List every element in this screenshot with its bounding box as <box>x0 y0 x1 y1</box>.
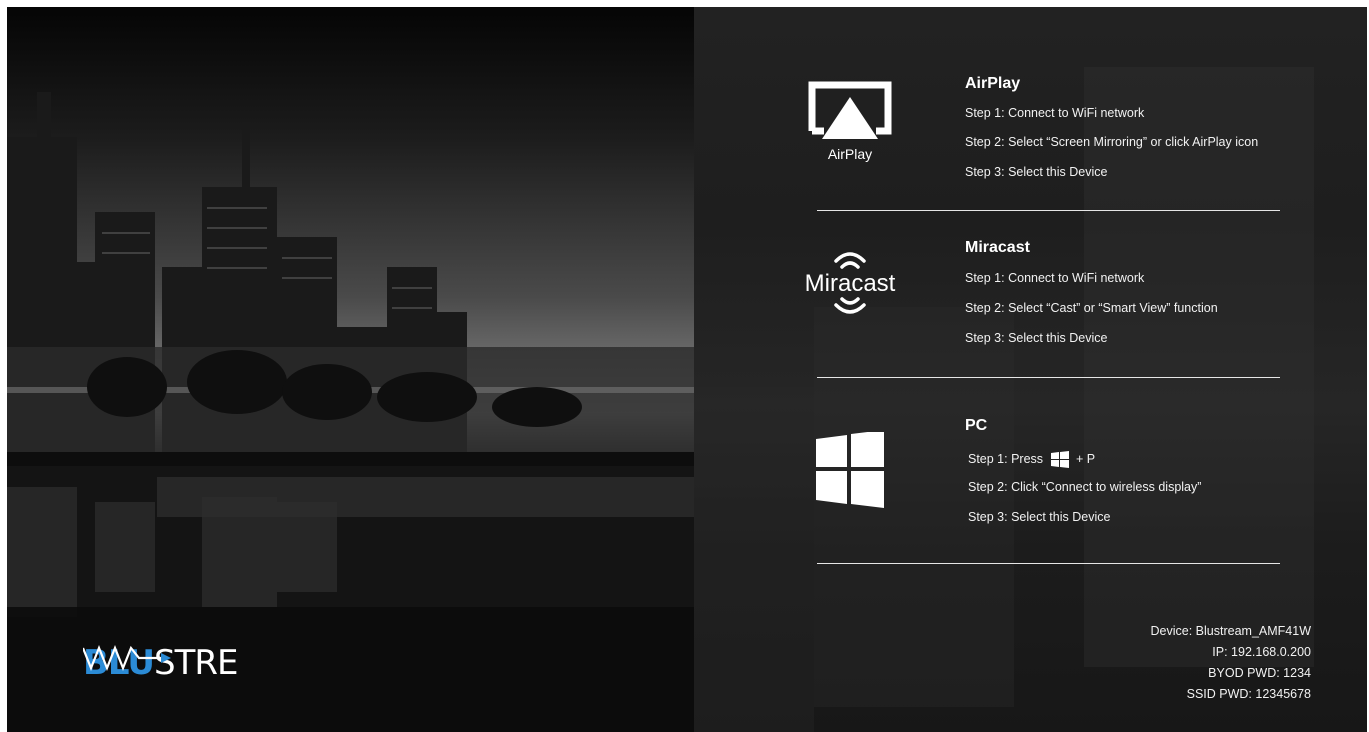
divider <box>817 563 1280 564</box>
city-skyline-photo: BLU STRE <box>7 7 694 732</box>
miracast-step-1: Step 1: Connect to WiFi network <box>965 271 1145 285</box>
pc-step-2: Step 2: Click “Connect to wireless displ… <box>968 480 1202 494</box>
airplay-title: AirPlay <box>965 75 1021 92</box>
presentation-screen: BLU STRE AirPlay AirPlay Step 1: Connect… <box>7 7 1367 732</box>
miracast-icon: Miracast <box>794 245 924 335</box>
pc-step-3: Step 3: Select this Device <box>968 510 1111 524</box>
airplay-icon: AirPlay <box>794 79 924 169</box>
pc-step-1: Step 1: Press + P <box>968 451 1095 468</box>
svg-text:AirPlay: AirPlay <box>828 146 872 162</box>
pc-title: PC <box>965 417 988 434</box>
divider <box>817 377 1280 378</box>
miracast-step-3: Step 3: Select this Device <box>965 331 1108 345</box>
windows-logo-icon <box>816 430 886 508</box>
device-info: Device: Blustream_AMF41W IP: 192.168.0.2… <box>1151 621 1311 705</box>
svg-text:Miracast: Miracast <box>805 270 896 297</box>
airplay-step-2: Step 2: Select “Screen Mirroring” or cli… <box>965 135 1259 149</box>
instructions-panel: AirPlay AirPlay Step 1: Connect to WiFi … <box>694 7 1367 732</box>
windows-key-icon <box>1050 451 1069 468</box>
ssid-password: SSID PWD: 12345678 <box>1186 687 1311 701</box>
miracast-title: Miracast <box>965 239 1030 256</box>
byod-password: BYOD PWD: 1234 <box>1208 666 1311 680</box>
blustream-logo: BLU STRE <box>83 643 238 683</box>
airplay-step-3: Step 3: Select this Device <box>965 165 1108 179</box>
airplay-step-1: Step 1: Connect to WiFi network <box>965 106 1145 120</box>
device-ip: IP: 192.168.0.200 <box>1212 645 1311 659</box>
miracast-step-2: Step 2: Select “Cast” or “Smart View” fu… <box>965 301 1218 315</box>
device-name: Device: Blustream_AMF41W <box>1150 624 1311 638</box>
logo-wave-arrow-icon <box>83 645 171 671</box>
divider <box>817 210 1280 211</box>
